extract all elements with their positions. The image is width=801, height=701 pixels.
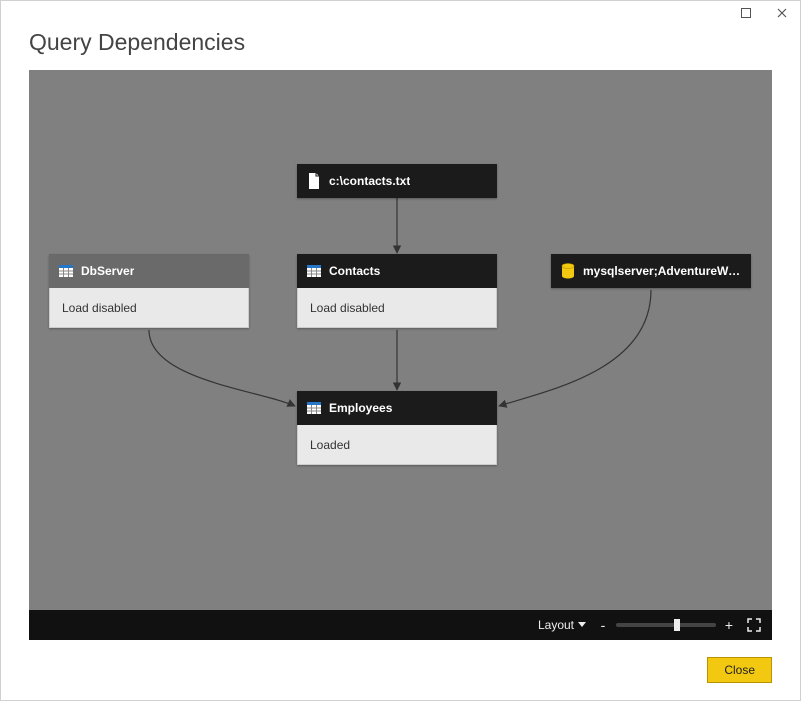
node-header: Contacts <box>297 254 497 288</box>
maximize-button[interactable] <box>734 3 758 23</box>
node-contacts[interactable]: Contacts Load disabled <box>297 254 497 328</box>
node-header: mysqlserver;AdventureWor... <box>551 254 751 288</box>
node-header: DbServer <box>49 254 249 288</box>
dialog-window: Query Dependencies c:\contacts. <box>0 0 801 701</box>
fit-to-screen-button[interactable] <box>746 617 762 633</box>
dependency-canvas[interactable]: c:\contacts.txt DbServer Load disabled C… <box>29 70 772 640</box>
database-icon <box>561 263 575 279</box>
titlebar <box>1 1 800 25</box>
zoom-in-button[interactable]: + <box>722 617 736 633</box>
zoom-slider[interactable] <box>616 623 716 627</box>
node-label: Contacts <box>329 264 380 278</box>
table-icon <box>307 402 321 414</box>
zoom-control: - + <box>596 617 736 633</box>
close-window-button[interactable] <box>770 3 794 23</box>
node-label: c:\contacts.txt <box>329 174 410 188</box>
table-icon <box>59 265 73 277</box>
dependency-edges <box>29 70 772 640</box>
node-dbserver[interactable]: DbServer Load disabled <box>49 254 249 328</box>
node-status: Loaded <box>297 425 497 465</box>
node-label: mysqlserver;AdventureWor... <box>583 264 741 278</box>
dialog-footer: Close <box>1 640 800 700</box>
node-status: Load disabled <box>297 288 497 328</box>
table-icon <box>307 265 321 277</box>
canvas-toolbar: Layout - + <box>29 610 772 640</box>
chevron-down-icon <box>578 622 586 628</box>
node-contacts-file[interactable]: c:\contacts.txt <box>297 164 497 198</box>
node-employees[interactable]: Employees Loaded <box>297 391 497 465</box>
close-button[interactable]: Close <box>707 657 772 683</box>
node-mysqlserver[interactable]: mysqlserver;AdventureWor... <box>551 254 751 288</box>
node-header: Employees <box>297 391 497 425</box>
dialog-title: Query Dependencies <box>1 25 800 70</box>
zoom-out-button[interactable]: - <box>596 617 610 633</box>
node-status: Load disabled <box>49 288 249 328</box>
node-label: Employees <box>329 401 392 415</box>
node-label: DbServer <box>81 264 134 278</box>
zoom-thumb[interactable] <box>674 619 680 631</box>
layout-dropdown[interactable]: Layout <box>538 618 586 632</box>
layout-label: Layout <box>538 618 574 632</box>
file-icon <box>307 173 321 189</box>
node-header: c:\contacts.txt <box>297 164 497 198</box>
